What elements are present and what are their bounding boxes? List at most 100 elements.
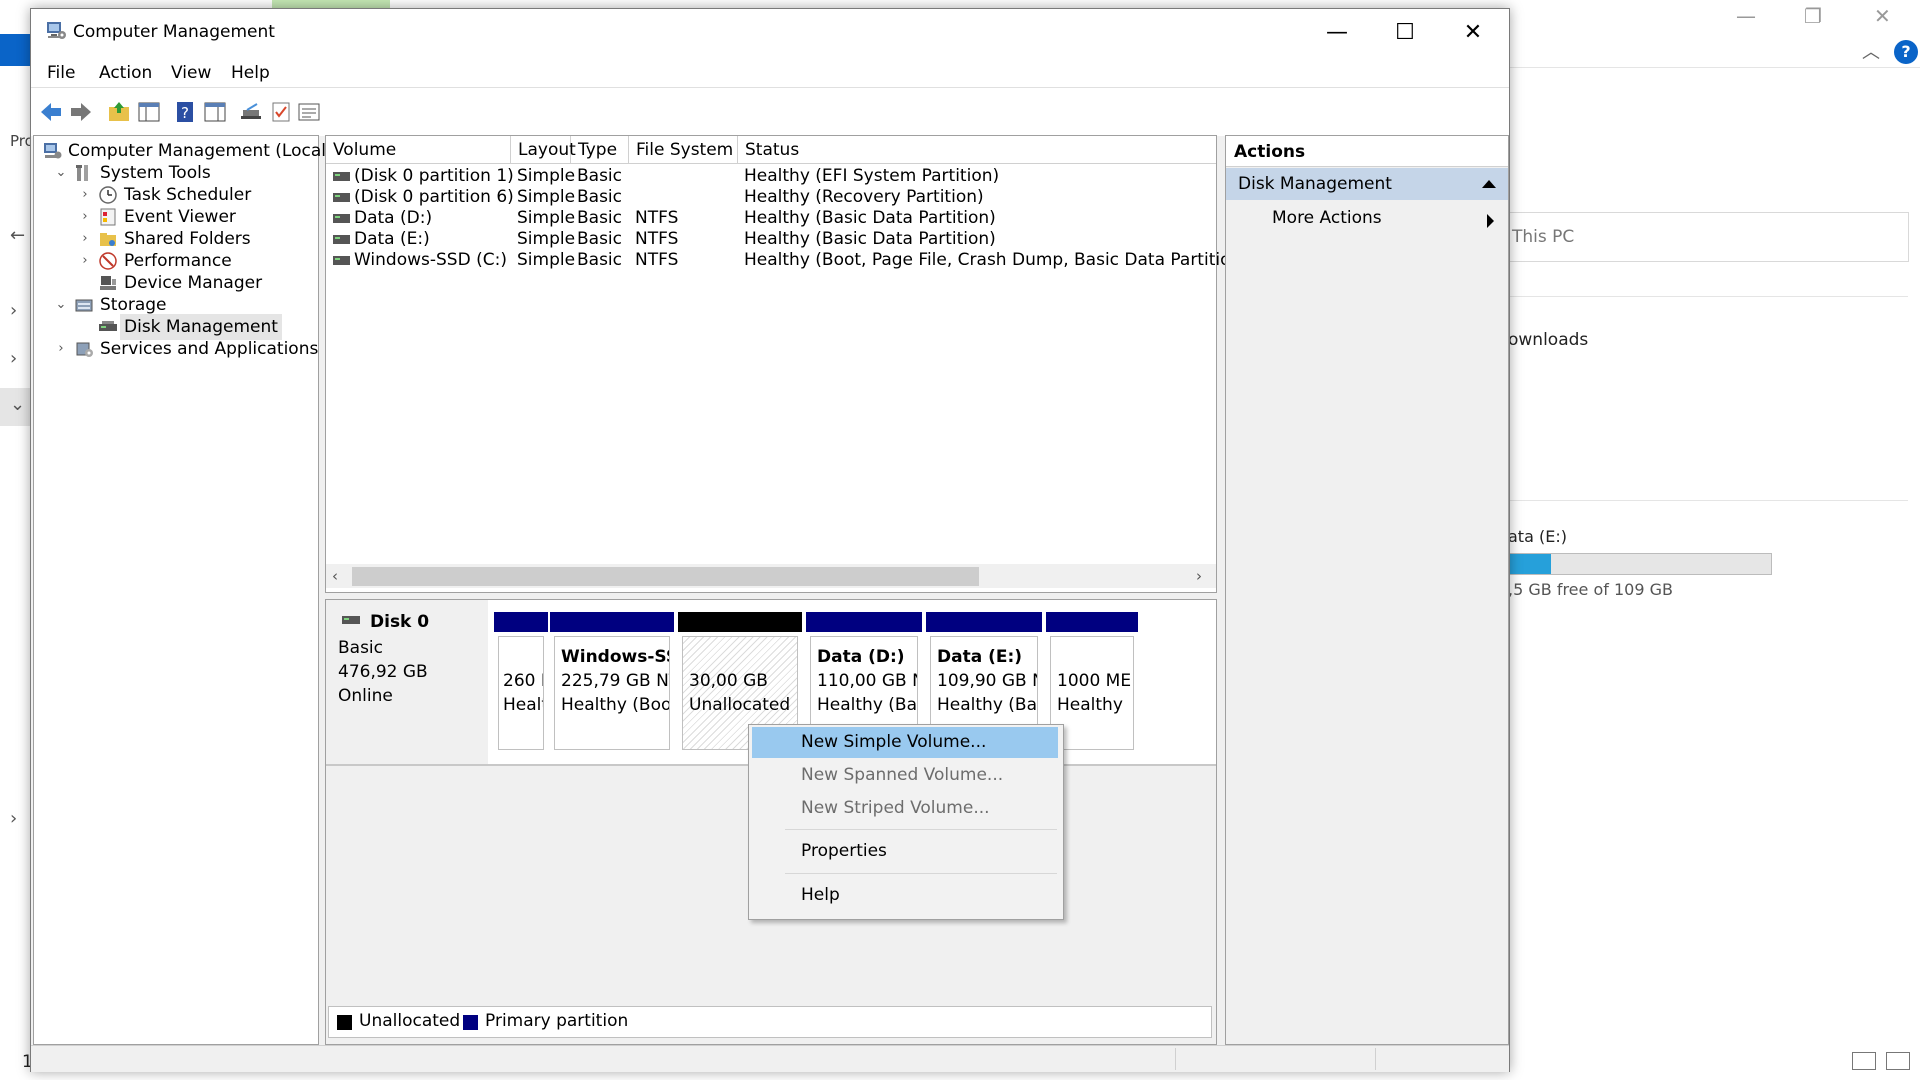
checklist-icon[interactable] [269,100,293,124]
menu-action[interactable]: Action [99,63,152,83]
legend: Unallocated Primary partition [328,1006,1212,1038]
up-folder-icon[interactable] [107,100,131,124]
background-explorer-nav: Pro ← › › ⌄ › 1 [0,0,34,1080]
actions-pane: Actions Disk Management More Actions [1225,135,1509,1045]
actions-section-disk-management[interactable]: Disk Management [1226,168,1508,200]
menu-item-properties[interactable]: Properties [752,836,1058,867]
back-icon[interactable] [39,100,63,124]
connect-icon[interactable] [239,100,263,124]
menu-file[interactable]: File [47,63,75,83]
column-header-layout[interactable]: Layout [511,136,576,163]
title-bar[interactable]: Computer Management — ☐ ✕ [31,9,1509,57]
address-text: This PC [1512,227,1575,247]
chevron-right-icon[interactable]: › [10,300,17,321]
partition-status: Healthy (Basic [817,695,917,715]
status-bar [31,1045,1509,1072]
legend-swatch-unallocated [337,1015,352,1030]
menu-separator [785,829,1057,830]
partition-status: Healt [503,695,544,715]
collapse-chevron-icon[interactable]: ⌄ [54,292,68,318]
scroll-right-icon[interactable]: › [1196,564,1202,588]
chevron-down-icon[interactable]: ⌄ [10,394,25,415]
divider [1508,500,1908,501]
submenu-arrow-icon [1487,214,1494,228]
disk-info[interactable]: Disk 0 Basic 476,92 GB Online [326,600,490,766]
tree-node-label: Services and Applications [100,339,319,359]
partition-size: 225,79 GB NTFS [561,671,669,691]
menu-separator [785,873,1057,874]
chevron-right-icon[interactable]: › [10,808,17,829]
partition-size: 30,00 GB [689,671,768,691]
show-hide-action-pane-icon[interactable] [203,100,227,124]
disk-name: Disk 0 [370,612,430,632]
partition-status: Healthy (Boot, P [561,695,669,715]
disk-icon [99,321,117,331]
bg-minimize-icon[interactable]: — [1736,4,1756,28]
back-arrow-icon[interactable]: ← [10,225,25,246]
console-tree: Computer Management (Local) ⌄ System Tools… [33,135,333,1045]
help-icon[interactable]: ? [1894,40,1918,64]
partition-size: 109,90 GB NTF [937,671,1037,691]
background-drive-label[interactable]: ata (E:) [1508,527,1567,546]
event-viewer-icon [100,208,116,226]
show-hide-tree-icon[interactable] [137,100,161,124]
scroll-left-icon[interactable]: ‹ [332,564,338,588]
system-tools-icon [76,165,88,181]
partition-size: 260 M [503,671,543,691]
more-actions-item[interactable]: More Actions [1226,204,1508,236]
address-bar[interactable]: This PC [1508,212,1909,262]
cell-volume: Windows-SSD (C:) [354,250,507,270]
disk-icon [342,616,360,624]
column-header-volume[interactable]: Volume [326,136,511,163]
maximize-button[interactable]: ☐ [1371,9,1439,57]
cell-status: Healthy (Boot, Page File, Crash Dump, Ba… [744,250,1242,270]
expand-chevron-icon[interactable]: › [78,248,92,274]
help-book-icon[interactable]: ? [173,100,197,124]
clock-icon [99,186,117,204]
bg-restore-icon[interactable]: ❐ [1804,4,1822,28]
volume-icon [333,235,350,244]
horizontal-scrollbar[interactable]: ‹ › [326,564,1216,588]
minimize-button[interactable]: — [1303,9,1371,57]
drive-usage-fill [1509,554,1551,574]
expand-chevron-icon[interactable]: › [54,336,68,362]
menu-item-label: New Simple Volume... [801,732,987,752]
collapse-chevron-icon[interactable]: ⌄ [54,160,68,186]
volume-row[interactable]: Windows-SSD (C:) Simple Basic NTFS Healthy (… [326,248,1241,273]
ribbon-collapse-icon[interactable]: ︿ [1862,38,1880,64]
menu-view[interactable]: View [171,63,211,83]
partition-body: 260 M Healt [498,636,544,750]
drive-free-text: ,5 GB free of 109 GB [1508,580,1673,599]
column-header-file-system[interactable]: File System [629,136,738,163]
partition[interactable]: 260 M Healt [494,612,548,754]
actions-title: Actions [1234,142,1306,162]
collapse-triangle-icon[interactable] [1482,180,1496,188]
properties-list-icon[interactable] [297,100,321,124]
cell-type: Basic [577,250,623,270]
bg-close-icon[interactable]: ✕ [1874,4,1891,28]
actions-header: Actions [1226,136,1508,167]
menu-item-help[interactable]: Help [752,880,1058,911]
partition[interactable]: Windows-SSD 225,79 GB NTFS Healthy (Boot, … [550,612,674,754]
chevron-right-icon[interactable]: › [10,348,17,369]
column-header-status[interactable]: Status [738,136,1216,163]
partition-color-bar [806,612,922,632]
partition-size: 1000 ME [1057,671,1132,691]
volume-list: Volume Layout Type File System Status (D… [325,135,1241,593]
tiles-view-icon[interactable] [1886,1052,1910,1070]
details-view-icon[interactable] [1852,1052,1876,1070]
divider [1508,296,1908,297]
column-header-type[interactable]: Type [571,136,629,163]
services-icon [76,342,93,357]
forward-icon[interactable] [69,100,93,124]
scrollbar-thumb[interactable] [352,567,979,586]
close-button[interactable]: ✕ [1439,9,1507,57]
toolbar: ? [31,87,1509,136]
legend-swatch-primary [463,1015,478,1030]
storage-icon [75,299,93,312]
window-title: Computer Management [73,22,275,42]
menu-help[interactable]: Help [231,63,270,83]
partition-color-bar [926,612,1042,632]
background-folder-label[interactable]: ownloads [1508,330,1588,350]
menu-item-new-simple-volume[interactable]: New Simple Volume... [752,727,1058,758]
